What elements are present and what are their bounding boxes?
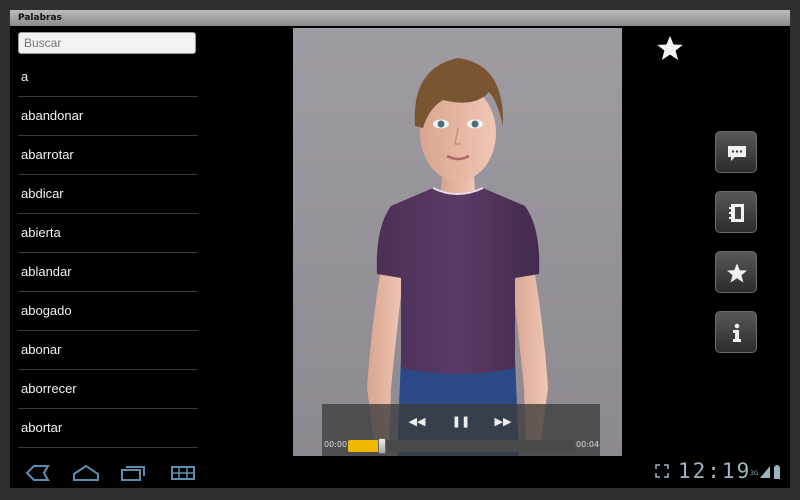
recent-apps-icon[interactable] [120,464,146,482]
clock: 12:19 [678,459,752,483]
list-item[interactable]: abortar [18,409,198,448]
system-bar: 12:19 3G [10,458,790,488]
list-item[interactable]: ablandar [18,253,198,292]
list-item[interactable]: abdicar [18,175,198,214]
video-player[interactable]: ◀◀ ❚❚ ▶▶ 00:00 00:04 [293,28,622,456]
chat-button[interactable] [715,131,757,173]
list-item[interactable]: abonar [18,331,198,370]
avatar-figure [367,58,548,456]
notebook-icon [729,204,744,222]
menu-grid-icon[interactable] [170,464,196,482]
window-title: Palabras [10,10,790,26]
signal-icon [760,466,770,478]
list-item[interactable]: abogado [18,292,198,331]
list-item[interactable]: abierta [18,214,198,253]
star-icon [726,263,748,283]
list-item[interactable]: abandonar [18,97,198,136]
bottom-bezel [0,488,800,500]
expand-icon[interactable] [655,464,669,478]
list-item[interactable]: abarrotar [18,136,198,175]
progress-fill [348,440,382,452]
info-button[interactable] [715,311,757,353]
list-item[interactable]: aborrecer [18,370,198,409]
playback-controls: ◀◀ ❚❚ ▶▶ 00:00 00:04 [322,404,600,456]
list-item[interactable]: a [18,58,198,97]
home-icon[interactable] [72,464,100,482]
fast-forward-button[interactable]: ▶▶ [490,412,516,432]
favorite-star-icon[interactable] [656,34,684,62]
progress-thumb[interactable] [377,438,386,454]
battery-icon [774,465,780,479]
current-time: 00:00 [324,440,348,449]
word-list: a abandonar abarrotar abdicar abierta ab… [18,58,198,448]
pause-button[interactable]: ❚❚ [448,412,474,432]
search-input[interactable] [18,32,196,54]
progress-track[interactable] [348,438,574,454]
info-icon [733,323,741,342]
back-icon[interactable] [24,464,50,482]
notebook-button[interactable] [715,191,757,233]
favorites-button[interactable] [715,251,757,293]
signal-label: 3G [750,470,759,477]
duration-time: 00:04 [576,440,600,449]
app-content: a abandonar abarrotar abdicar abierta ab… [10,26,790,458]
rewind-button[interactable]: ◀◀ [404,412,430,432]
chat-icon [728,146,746,161]
